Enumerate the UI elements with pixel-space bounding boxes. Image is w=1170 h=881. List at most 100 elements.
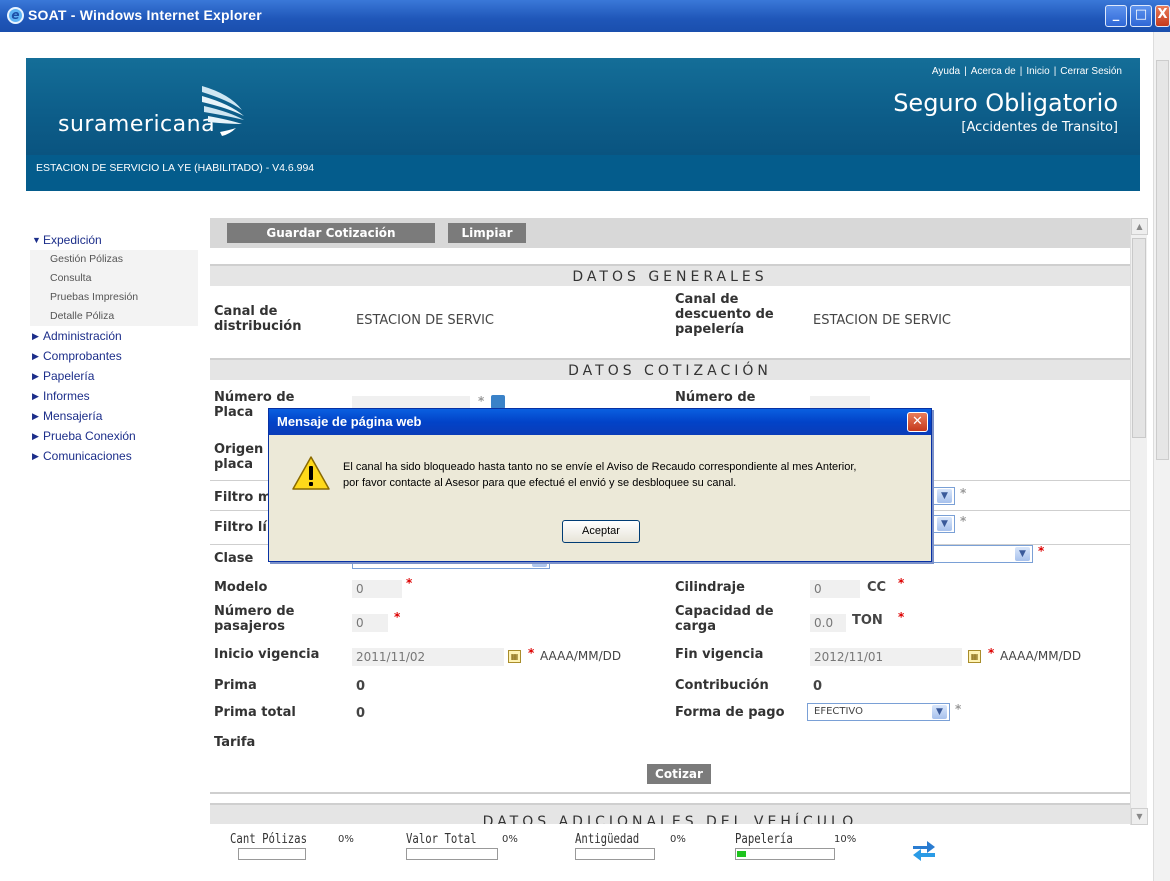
maximize-button[interactable]: □ (1130, 5, 1152, 27)
forma-pago-label: Forma de pago (675, 705, 785, 720)
required-marker: * (394, 610, 401, 624)
top-links: Ayuda | Acerca de | Inicio | Cerrar Sesión (928, 66, 1126, 77)
dialog-title: Mensaje de página web (269, 409, 931, 435)
nav-comunicaciones[interactable]: ▶ Comunicaciones (30, 446, 198, 466)
cilindraje-input[interactable]: 0 (810, 580, 860, 598)
chevron-right-icon: ▶ (32, 451, 39, 461)
modelo-input[interactable]: 0 (352, 580, 402, 598)
required-marker: * (406, 576, 413, 590)
content-scrollbar[interactable]: ▲ ▼ (1130, 218, 1148, 825)
window-titlebar: e SOAT - Windows Internet Explorer _ □ X (0, 0, 1170, 32)
nav-informes[interactable]: ▶ Informes (30, 386, 198, 406)
link-cerrar-sesion[interactable]: Cerrar Sesión (1056, 66, 1126, 77)
dialog-message-line-1: El canal ha sido bloqueado hasta tanto n… (343, 461, 857, 473)
pasajeros-input[interactable]: 0 (352, 614, 388, 632)
footer-metrics: Cant Pólizas 0% Valor Total 0% Antigüeda… (210, 826, 1130, 881)
fin-vigencia-input[interactable]: 2012/11/01 (810, 648, 962, 666)
banner: Ayuda | Acerca de | Inicio | Cerrar Sesión sur… (26, 58, 1140, 155)
refresh-icon[interactable] (910, 836, 938, 862)
nav-sub-gestion-polizas[interactable]: Gestión Pólizas (30, 250, 198, 269)
web-page-message-dialog: Mensaje de página web ✕ El canal ha sido… (268, 408, 932, 562)
content-scroll-thumb[interactable] (1132, 238, 1146, 438)
metric-papeleria-bar (735, 848, 835, 860)
required-marker: * (1038, 544, 1045, 558)
progress-fill (737, 851, 747, 857)
minimize-button[interactable]: _ (1105, 5, 1127, 27)
product-title: Seguro Obligatorio (893, 89, 1118, 117)
nav-mensajeria[interactable]: ▶ Mensajería (30, 406, 198, 426)
nav-sub-detalle-poliza[interactable]: Detalle Póliza (30, 307, 198, 326)
cilindraje-label: Cilindraje (675, 580, 745, 595)
page-scroll-thumb[interactable] (1156, 60, 1169, 460)
chevron-down-icon: ▼ (937, 517, 952, 531)
chevron-right-icon: ▶ (32, 371, 39, 381)
carga-label: Capacidad de carga (675, 604, 774, 634)
chevron-down-icon: ▼ (932, 705, 947, 719)
cilindraje-unit: CC (867, 580, 887, 595)
nav-administracion[interactable]: ▶ Administración (30, 326, 198, 346)
chevron-right-icon: ▶ (32, 391, 39, 401)
required-marker: * (960, 486, 967, 500)
metric-papeleria-pct: 10% (834, 834, 857, 845)
metric-cant-polizas-label: Cant Pólizas (230, 832, 308, 847)
metric-valor-total-pct: 0% (502, 834, 518, 845)
nav-prueba-conexion[interactable]: ▶ Prueba Conexión (30, 426, 198, 446)
clear-button[interactable]: Limpiar (448, 223, 526, 243)
nav-sub-pruebas-impresion[interactable]: Pruebas Impresión (30, 288, 198, 307)
required-marker: * (955, 702, 962, 716)
prima-total-label: Prima total (214, 705, 296, 720)
nav-comprobantes[interactable]: ▶ Comprobantes (30, 346, 198, 366)
logo-wing-icon (202, 86, 244, 136)
required-marker: * (528, 646, 535, 660)
section-datos-adicionales: DATOS ADICIONALES DEL VEHÍCULO (210, 803, 1130, 824)
required-marker: * (988, 646, 995, 660)
required-marker: * (898, 576, 905, 590)
save-quote-button[interactable]: Guardar Cotización (227, 223, 435, 243)
fin-vigencia-label: Fin vigencia (675, 647, 764, 662)
chevron-down-icon: ▼ (937, 489, 952, 503)
cotizar-button[interactable]: Cotizar (647, 764, 711, 784)
descuento-label: Canal de descuento de papelería (675, 292, 774, 337)
metric-valor-total-label: Valor Total (406, 832, 477, 847)
forma-pago-select[interactable]: EFECTIVO ▼ (807, 703, 950, 721)
carga-input[interactable]: 0.0 (810, 614, 846, 632)
tarifa-label: Tarifa (214, 735, 256, 750)
poliza-label: Número de (675, 390, 756, 405)
clase-label: Clase (214, 551, 254, 566)
filtro-marca-label: Filtro m (214, 490, 272, 505)
search-icon[interactable] (491, 395, 505, 409)
chevron-right-icon: ▶ (32, 411, 39, 421)
prima-label: Prima (214, 678, 257, 693)
scroll-down-button[interactable]: ▼ (1131, 808, 1148, 825)
chevron-right-icon: ▶ (32, 331, 39, 341)
link-inicio[interactable]: Inicio (1022, 66, 1053, 77)
scroll-up-button[interactable]: ▲ (1131, 218, 1148, 235)
calendar-icon[interactable]: ▦ (508, 650, 521, 663)
nav-expedicion[interactable]: ▼ Expedición (30, 230, 198, 250)
calendar-icon[interactable]: ▦ (968, 650, 981, 663)
modelo-label: Modelo (214, 580, 268, 595)
inicio-vigencia-input[interactable]: 2011/11/02 (352, 648, 504, 666)
nav-papeleria[interactable]: ▶ Papelería (30, 366, 198, 386)
metric-antiguedad-label: Antigüedad (575, 832, 640, 847)
accept-button[interactable]: Aceptar (562, 520, 640, 543)
dialog-message: El canal ha sido bloqueado hasta tanto n… (343, 459, 923, 491)
product-subtitle: [Accidentes de Transito] (961, 120, 1118, 135)
nav-sub-consulta[interactable]: Consulta (30, 269, 198, 288)
chevron-down-icon: ▼ (32, 235, 41, 245)
inicio-vigencia-label: Inicio vigencia (214, 647, 320, 662)
page-scrollbar[interactable] (1153, 32, 1170, 881)
carga-unit: TON (852, 613, 883, 628)
warning-icon (292, 456, 330, 490)
link-ayuda[interactable]: Ayuda (928, 66, 964, 77)
close-window-button[interactable]: X (1155, 5, 1170, 27)
metric-valor-total-bar (406, 848, 498, 860)
prima-total-value: 0 (356, 706, 366, 721)
dialog-close-button[interactable]: ✕ (907, 412, 928, 432)
metric-papeleria-label: Papelería (735, 832, 793, 847)
window-title: SOAT - Windows Internet Explorer (28, 7, 262, 23)
filtro-linea-label: Filtro lí (214, 520, 267, 535)
required-marker: * (960, 514, 967, 528)
link-acerca[interactable]: Acerca de (967, 66, 1020, 77)
canal-label: Canal de distribución (214, 304, 302, 334)
